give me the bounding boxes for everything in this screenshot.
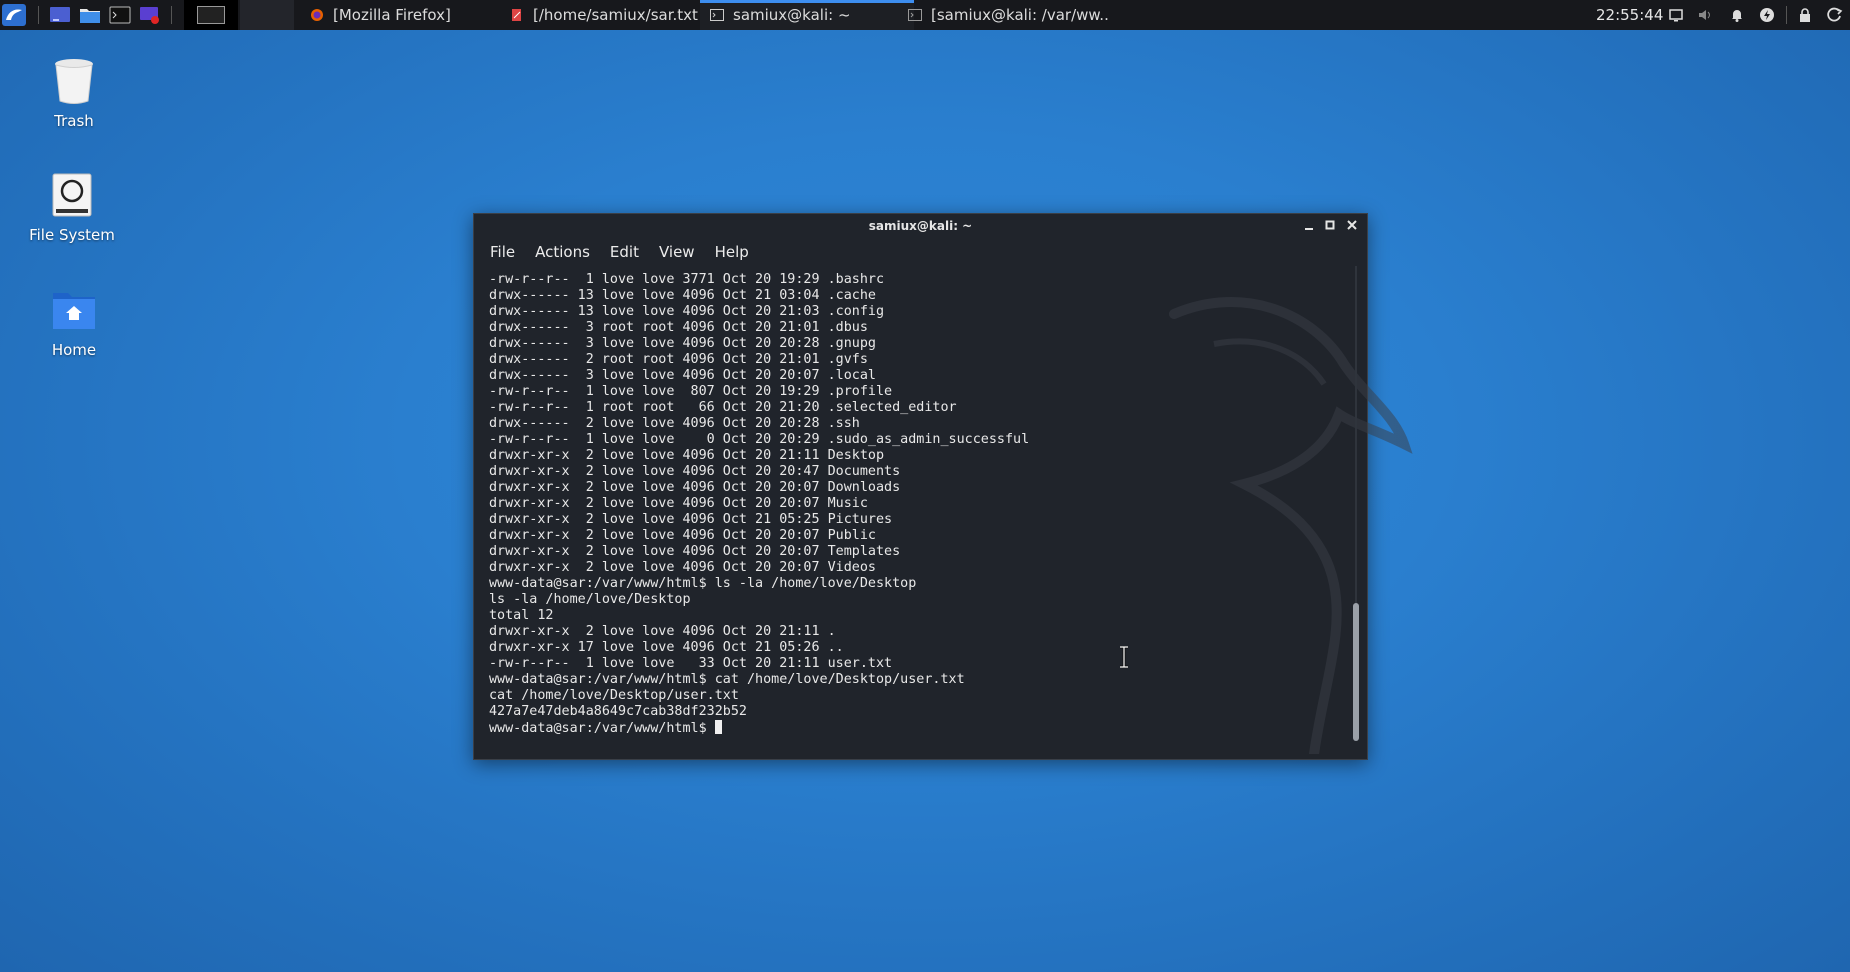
desktop-icon-home[interactable]: Home bbox=[19, 285, 129, 359]
maximize-icon bbox=[1325, 220, 1335, 230]
output-line: -rw-r--r-- 1 root root 66 Oct 20 21:20 .… bbox=[489, 400, 957, 415]
home-folder-icon bbox=[49, 285, 99, 335]
output-line: -rw-r--r-- 1 love love 0 Oct 20 20:29 .s… bbox=[489, 432, 1030, 447]
terminal-output[interactable]: -rw-r--r-- 1 love love 3771 Oct 20 19:29… bbox=[489, 272, 1349, 752]
kali-dragon-icon bbox=[2, 4, 26, 26]
output-line: drwx------ 3 love love 4096 Oct 20 20:28… bbox=[489, 336, 876, 351]
workspace-2[interactable] bbox=[240, 0, 294, 30]
output-line: drwx------ 2 love love 4096 Oct 20 20:28… bbox=[489, 416, 860, 431]
minimize-button[interactable] bbox=[1301, 218, 1317, 234]
output-line: drwxr-xr-x 2 love love 4096 Oct 21 05:25… bbox=[489, 512, 893, 527]
output-line: -rw-r--r-- 1 love love 807 Oct 20 19:29 … bbox=[489, 384, 893, 399]
terminal-window[interactable]: samiux@kali: ~ File Actions Edit View He… bbox=[473, 213, 1413, 760]
volume-muted-icon[interactable] bbox=[1697, 7, 1713, 23]
scrollbar-thumb[interactable] bbox=[1353, 603, 1359, 741]
output-line: 427a7e47deb4a8649c7cab38df232b52 bbox=[489, 704, 747, 719]
output-line: drwxr-xr-x 2 love love 4096 Oct 20 20:07… bbox=[489, 528, 876, 543]
window-titlebar[interactable]: samiux@kali: ~ bbox=[474, 214, 1367, 238]
menu-file[interactable]: File bbox=[474, 240, 525, 264]
taskbar-separator bbox=[38, 6, 39, 24]
output-line: drwxr-xr-x 2 love love 4096 Oct 20 20:47… bbox=[489, 464, 901, 479]
close-icon bbox=[1347, 220, 1357, 230]
firefox-icon bbox=[311, 9, 323, 21]
output-line: www-data@sar:/var/www/html$ cat /home/lo… bbox=[489, 672, 965, 687]
output-line: drwx------ 13 love love 4096 Oct 20 21:0… bbox=[489, 304, 885, 319]
workspace-1[interactable] bbox=[184, 0, 238, 30]
vertical-scrollbar[interactable] bbox=[1353, 266, 1359, 741]
output-line: drwx------ 13 love love 4096 Oct 21 03:0… bbox=[489, 288, 876, 303]
kali-menu-button[interactable] bbox=[2, 0, 28, 30]
output-line: drwx------ 3 root root 4096 Oct 20 21:01… bbox=[489, 320, 868, 335]
task-firefox[interactable]: [Mozilla Firefox] bbox=[296, 0, 510, 30]
output-line: drwxr-xr-x 2 love love 4096 Oct 20 20:07… bbox=[489, 560, 876, 575]
output-line: www-data@sar:/var/www/html$ ls -la /home… bbox=[489, 576, 917, 591]
desktop-icon-label: Trash bbox=[54, 112, 94, 130]
output-line: ls -la /home/love/Desktop bbox=[489, 592, 691, 607]
shell-prompt: www-data@sar:/var/www/html$ bbox=[489, 721, 715, 736]
maximize-button[interactable] bbox=[1322, 218, 1338, 234]
screen-recorder-icon[interactable] bbox=[139, 5, 161, 25]
text-cursor bbox=[714, 720, 722, 734]
output-line: drwxr-xr-x 2 love love 4096 Oct 20 21:11… bbox=[489, 624, 836, 639]
close-button[interactable] bbox=[1344, 218, 1360, 234]
minimize-icon bbox=[1305, 228, 1313, 230]
task-text-editor[interactable]: [/home/samiux/sar.txt - ... bbox=[496, 0, 714, 30]
output-line: drwxr-xr-x 2 love love 4096 Oct 20 20:07… bbox=[489, 544, 901, 559]
window-title: samiux@kali: ~ bbox=[868, 219, 973, 233]
menu-actions[interactable]: Actions bbox=[525, 240, 600, 264]
file-manager-icon[interactable] bbox=[79, 5, 101, 25]
desktop-icon-label: File System bbox=[29, 226, 115, 244]
task-label: samiux@kali: ~ bbox=[733, 6, 851, 24]
taskbar-separator bbox=[171, 6, 172, 24]
text-editor-icon bbox=[512, 9, 521, 21]
ibeam-cursor-icon bbox=[1120, 646, 1128, 668]
show-desktop-icon[interactable] bbox=[49, 5, 71, 25]
notification-bell-icon[interactable] bbox=[1729, 7, 1745, 23]
desktop-icon-file-system[interactable]: File System bbox=[17, 170, 127, 244]
output-line: drwxr-xr-x 2 love love 4096 Oct 20 21:11… bbox=[489, 448, 885, 463]
desktop-icon-trash[interactable]: Trash bbox=[19, 56, 129, 130]
output-line: -rw-r--r-- 1 love love 33 Oct 20 21:11 u… bbox=[489, 656, 893, 671]
output-line: drwxr-xr-x 17 love love 4096 Oct 21 05:2… bbox=[489, 640, 844, 655]
menu-view[interactable]: View bbox=[649, 240, 705, 264]
task-terminal-home[interactable]: samiux@kali: ~ bbox=[700, 0, 914, 30]
logout-icon[interactable] bbox=[1827, 7, 1843, 23]
output-line: drwx------ 3 love love 4096 Oct 20 20:07… bbox=[489, 368, 876, 383]
taskbar: [Mozilla Firefox] [/home/samiux/sar.txt … bbox=[0, 0, 1850, 30]
terminal-icon bbox=[710, 9, 724, 21]
trash-icon bbox=[49, 56, 99, 106]
terminal-launcher-icon[interactable] bbox=[109, 5, 131, 25]
output-line: drwxr-xr-x 2 love love 4096 Oct 20 20:07… bbox=[489, 496, 868, 511]
menu-edit[interactable]: Edit bbox=[600, 240, 649, 264]
output-line: drwxr-xr-x 2 love love 4096 Oct 20 20:07… bbox=[489, 480, 901, 495]
output-line: -rw-r--r-- 1 love love 3771 Oct 20 19:29… bbox=[489, 272, 885, 287]
menu-help[interactable]: Help bbox=[705, 240, 759, 264]
output-line: total 12 bbox=[489, 608, 554, 623]
menu-bar: File Actions Edit View Help bbox=[474, 240, 759, 264]
terminal-icon bbox=[908, 9, 922, 21]
task-label: [samiux@kali: /var/ww... bbox=[931, 6, 1108, 24]
task-terminal-var-www[interactable]: [samiux@kali: /var/ww... bbox=[904, 0, 1108, 30]
task-label: [Mozilla Firefox] bbox=[333, 6, 451, 24]
hard-drive-icon bbox=[47, 170, 97, 220]
workspace-thumbnail bbox=[197, 6, 225, 24]
prompt-line[interactable]: www-data@sar:/var/www/html$ bbox=[489, 720, 1349, 736]
clock[interactable]: 22:55:44 bbox=[1596, 0, 1666, 30]
power-manager-icon[interactable] bbox=[1759, 7, 1775, 23]
taskbar-separator bbox=[1786, 6, 1787, 24]
task-label: [/home/samiux/sar.txt - ... bbox=[533, 6, 714, 24]
lock-screen-icon[interactable] bbox=[1797, 7, 1813, 23]
output-line: cat /home/love/Desktop/user.txt bbox=[489, 688, 739, 703]
output-line: drwx------ 2 root root 4096 Oct 20 21:01… bbox=[489, 352, 868, 367]
desktop-icon-label: Home bbox=[51, 341, 97, 359]
display-icon[interactable] bbox=[1668, 7, 1684, 23]
